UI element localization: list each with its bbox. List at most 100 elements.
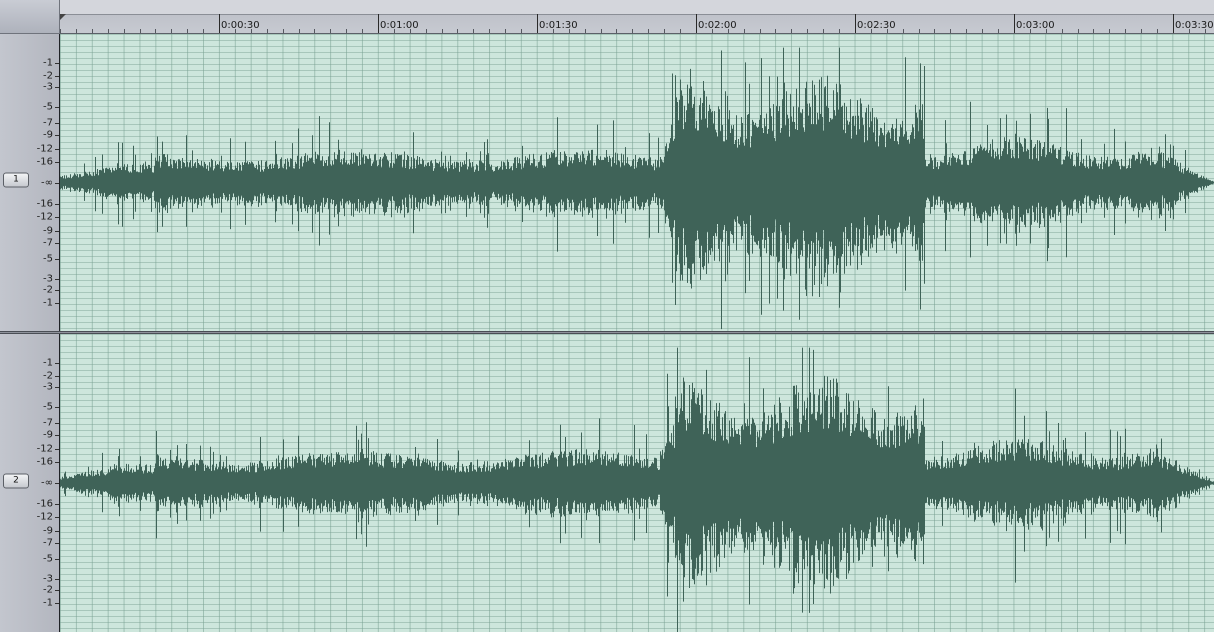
db-scale-label: -2 (43, 370, 53, 382)
ruler-minor-tick (330, 29, 331, 33)
ruler-minor-tick (346, 29, 347, 33)
ruler-minor-tick (299, 29, 300, 33)
ruler-minor-tick (442, 29, 443, 33)
db-scale-label: -9 (43, 429, 53, 441)
amplitude-scale-channel-1: 1 -1 -2 -3 -5 -7 -9 -12 -16 -∞ -16 -12 -9 -7 -5 -3 -2 -1 (0, 34, 60, 331)
db-scale-label: -1 (43, 357, 53, 369)
db-scale-label: -9 (43, 129, 53, 141)
channel-badge-1[interactable]: 1 (3, 172, 29, 188)
ruler-minor-tick (124, 29, 125, 33)
ruler-major-tick (378, 14, 379, 33)
db-scale-tick (55, 559, 59, 560)
db-scale-label: -2 (43, 284, 53, 296)
playhead-marker-icon[interactable] (60, 14, 66, 20)
db-scale-tick (55, 483, 59, 484)
db-scale-tick (55, 407, 59, 408)
db-scale-label: -16 (36, 198, 53, 210)
db-scale-tick (55, 531, 59, 532)
ruler-minor-tick (314, 29, 315, 33)
channel-track-1[interactable]: 1 -1 -2 -3 -5 -7 -9 -12 -16 -∞ -16 -12 -9 -7 -5 -3 -2 -1 (0, 34, 1214, 331)
ruler-minor-tick (760, 29, 761, 33)
ruler-minor-tick (489, 29, 490, 33)
db-scale-tick (55, 517, 59, 518)
db-scale-tick (55, 123, 59, 124)
db-scale-label: -7 (43, 537, 53, 549)
db-scale-tick (55, 259, 59, 260)
ruler-major-tick (537, 14, 538, 33)
ruler-minor-tick (601, 29, 602, 33)
ruler-major-tick (696, 14, 697, 33)
db-scale-tick (55, 579, 59, 580)
waveform-path (60, 347, 1214, 632)
db-scale-label: -3 (43, 381, 53, 393)
db-scale-tick (55, 76, 59, 77)
ruler-separator (60, 14, 1214, 15)
db-scale-label: -16 (36, 156, 53, 168)
timeline-ruler[interactable]: 0:00:30 0:01:00 0:01:30 0:02:00 0:02:30 0:03:… (60, 0, 1214, 34)
ruler-minor-tick (426, 29, 427, 33)
ruler-minor-tick (680, 29, 681, 33)
db-scale-label: -12 (36, 511, 53, 523)
db-scale-tick (55, 243, 59, 244)
db-scale-tick (55, 87, 59, 88)
ruler-major-tick (855, 14, 856, 33)
db-scale-label: -1 (43, 57, 53, 69)
db-scale-tick (55, 204, 59, 205)
db-scale-label: -12 (36, 143, 53, 155)
waveform-channel-2 (60, 347, 1214, 632)
db-scale-tick (55, 603, 59, 604)
ruler-minor-tick (457, 29, 458, 33)
ruler-time-label: 0:02:30 (857, 20, 896, 31)
ruler-minor-tick (903, 29, 904, 33)
channel-track-2[interactable]: 2 -1 -2 -3 -5 -7 -9 -12 -16 -∞ -16 -12 -9 -7 -5 -3 -2 -1 (0, 334, 1214, 632)
ruler-time-label: 0:01:30 (539, 20, 578, 31)
ruler-minor-tick (267, 29, 268, 33)
ruler-corner (0, 0, 60, 34)
waveform-area-channel-1[interactable] (60, 34, 1214, 331)
ruler-minor-tick (1093, 29, 1094, 33)
db-scale-tick (55, 135, 59, 136)
ruler-minor-tick (60, 29, 61, 33)
ruler-minor-tick (283, 29, 284, 33)
ruler-minor-tick (950, 29, 951, 33)
ruler-minor-tick (171, 29, 172, 33)
db-scale-label: -∞ (41, 177, 53, 189)
ruler-minor-tick (76, 29, 77, 33)
ruler-time-label: 0:01:00 (380, 20, 419, 31)
db-scale-tick (55, 231, 59, 232)
db-scale-tick (55, 423, 59, 424)
channel-badge-2[interactable]: 2 (3, 473, 29, 489)
ruler-minor-tick (632, 29, 633, 33)
ruler-minor-tick (108, 29, 109, 33)
db-scale-label: -7 (43, 417, 53, 429)
ruler-minor-tick (664, 29, 665, 33)
db-scale-tick (55, 63, 59, 64)
db-scale-tick (55, 162, 59, 163)
ruler-minor-tick (1062, 29, 1063, 33)
db-scale-label: -16 (36, 498, 53, 510)
ruler-time-label: 0:00:30 (221, 20, 260, 31)
waveform-channel-1 (60, 47, 1214, 330)
ruler-minor-tick (187, 29, 188, 33)
db-scale-tick (55, 449, 59, 450)
db-scale-label: -∞ (41, 477, 53, 489)
db-scale-label: -5 (43, 101, 53, 113)
ruler-minor-tick (1157, 29, 1158, 33)
ruler-minor-tick (473, 29, 474, 33)
db-scale-label: -2 (43, 584, 53, 596)
db-scale-tick (55, 387, 59, 388)
ruler-minor-tick (823, 29, 824, 33)
db-scale-tick (55, 217, 59, 218)
ruler-minor-tick (155, 29, 156, 33)
ruler-minor-tick (521, 29, 522, 33)
ruler-minor-tick (1109, 29, 1110, 33)
db-scale-label: -12 (36, 211, 53, 223)
ruler-minor-tick (919, 29, 920, 33)
db-scale-tick (55, 543, 59, 544)
db-scale-label: -12 (36, 443, 53, 455)
ruler-minor-tick (982, 29, 983, 33)
ruler-minor-tick (966, 29, 967, 33)
waveform-area-channel-2[interactable] (60, 334, 1214, 632)
db-scale-tick (55, 376, 59, 377)
ruler-major-tick (1173, 14, 1174, 33)
